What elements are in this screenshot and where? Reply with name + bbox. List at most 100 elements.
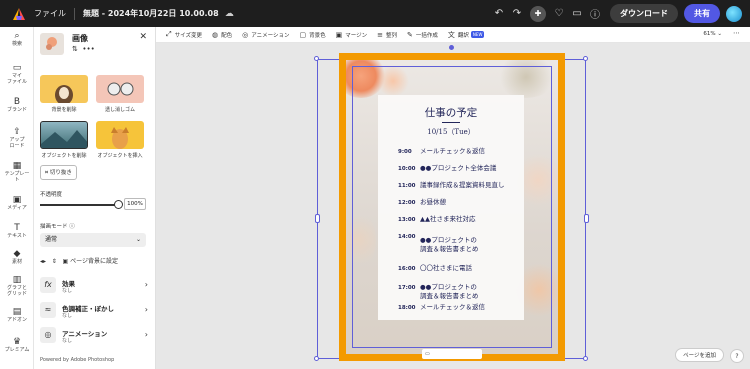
chevron-right-icon: › [144,305,148,314]
schedule-title[interactable]: 仕事の予定 [378,105,524,120]
remove-object-tile[interactable] [40,121,88,149]
insert-object-tile[interactable] [96,121,144,149]
schedule-time[interactable]: 11:00 [398,183,416,189]
schedule-time[interactable]: 13:00 [398,217,416,223]
more-icon[interactable]: ••• [82,45,94,53]
help-icon[interactable]: ? [730,349,744,363]
align-button[interactable]: ≡ 整列 [377,31,397,39]
magic-eraser-tile[interactable] [96,75,144,103]
download-button[interactable]: ダウンロード [610,4,678,23]
palette-icon: ◍ [211,30,219,39]
schedule-text[interactable]: お昼休憩 [420,198,524,207]
schedule-text[interactable]: ●●プロジェクト全体会議 [420,164,524,173]
template-icon: ▦ [12,161,22,171]
schedule-time[interactable]: 17:00 [398,285,416,291]
schedule-time[interactable]: 10:00 [398,166,416,172]
schedule-date[interactable]: 10/15（Tue） [378,127,524,137]
opacity-value-field[interactable]: 100% [124,198,146,210]
page-label[interactable]: ▭ [422,349,482,359]
opacity-label: 不透明度 [40,192,63,198]
schedule-text[interactable]: メールチェック＆返信 [420,147,524,156]
rail-item-premium[interactable]: ♛ プレミアム [0,338,34,354]
animation-button[interactable]: ◎ アニメーション [242,31,289,39]
invite-user-icon[interactable]: ✚ [530,5,546,22]
flip-horizontal-icon[interactable]: ◂▸ [40,258,46,265]
schedule-text[interactable]: ●●プロジェクトの 調査＆報告書まとめ [420,283,524,301]
resize-handle[interactable] [584,214,589,223]
background-color-button[interactable]: ▢ 背景色 [299,31,325,39]
grid-icon: ▥ [12,275,22,285]
info-icon[interactable]: ⓘ [69,224,75,230]
resize-handle[interactable] [583,56,588,61]
rail-item-text[interactable]: T テキスト [0,224,34,240]
schedule-text[interactable]: メールチェック＆返信 [420,303,524,312]
folder-icon: ▭ [12,63,22,73]
resize-button[interactable]: ⤢ サイズ変更 [166,30,202,39]
rail-item-brand[interactable]: B ブランド [0,98,34,114]
rail-item-templates[interactable]: ▦ テンプレー ト [0,161,34,184]
opacity-slider-track[interactable] [40,204,118,206]
file-menu[interactable]: ファイル [34,8,66,19]
schedule-time[interactable]: 16:00 [398,266,416,272]
rail-item-search[interactable]: ⌕ 検索 [0,32,34,48]
cutout-button[interactable]: ⌗ 切り抜き [40,165,77,180]
rail-item-media[interactable]: ▣ メディア [0,196,34,212]
blend-mode-label: 描画モード ⓘ [40,224,75,230]
bulk-create-icon: ✎ [407,30,413,39]
undo-icon[interactable]: ↶ [490,8,508,19]
rail-item-charts-grids[interactable]: ▥ グラフと グリッド [0,275,34,298]
resize-handle[interactable] [314,356,319,361]
lightbulb-icon[interactable]: ♡ [550,8,568,19]
resize-icon: ⤢ [166,30,172,38]
redo-icon[interactable]: ↷ [508,8,526,19]
close-icon[interactable]: ✕ [139,32,147,42]
background-icon: ▢ [299,30,307,39]
comment-icon[interactable]: ▭ [568,8,586,19]
page-icon: ▭ [425,351,430,357]
rotate-handle[interactable] [449,45,454,50]
left-rail: ⌕ 検索 ▭ マイ ファイル B ブランド ⇪ アップ ロード ▦ テンプレー ト ▣ メデ… [0,27,34,369]
schedule-time[interactable]: 14:00 [398,234,416,240]
set-page-background-button[interactable]: ▣ ページ背景に設定 [63,258,118,265]
share-button[interactable]: 共有 [684,4,720,23]
schedule-text[interactable]: ●●プロジェクトの 調査＆報告書まとめ [420,236,524,254]
schedule-text[interactable]: 議事録作成＆提案資料見直し [420,181,524,190]
info-icon[interactable]: ⓘ [586,6,604,21]
schedule-card[interactable]: 仕事の予定 10/15（Tue） 9:00 メールチェック＆返信 10:00 ●… [378,95,524,320]
document-title[interactable]: 無題 - 2024年10月22日 10.00.08 [83,8,219,19]
replace-icon[interactable]: ⇅ [72,45,78,53]
adobe-express-logo[interactable] [12,7,26,21]
canvas-area[interactable]: 仕事の予定 10/15（Tue） 9:00 メールチェック＆返信 10:00 ●… [156,43,750,369]
schedule-text[interactable]: ▲▲社さま来社対応 [420,215,524,224]
animation-section[interactable]: ◎ アニメーション なし › [40,325,148,347]
more-options-icon[interactable]: ⋯ [733,29,740,37]
rail-item-addons[interactable]: ▤ アドオン [0,308,34,324]
rail-item-upload[interactable]: ⇪ アップ ロード [0,128,34,150]
rail-item-my-files[interactable]: ▭ マイ ファイル [0,63,34,86]
adjustments-section[interactable]: ≈ 色調補正・ぼかし なし › [40,300,148,322]
translate-button[interactable]: 文翻訳 NEW [448,30,485,40]
resize-handle[interactable] [315,214,320,223]
flip-vertical-icon[interactable]: ⇕ [52,258,57,265]
bulk-create-button[interactable]: ✎ 一括作成 [407,31,438,39]
powered-by-label: Powered by Adobe Photoshop [40,357,115,363]
resize-handle[interactable] [314,56,319,61]
rail-item-elements[interactable]: ◆ 素材 [0,250,34,266]
align-icon: ≡ [377,30,383,39]
schedule-time[interactable]: 9:00 [398,149,412,155]
effects-section[interactable]: fx 効果 なし › [40,275,148,297]
blend-mode-select[interactable]: 通常 ⌄ [40,233,146,247]
resize-handle[interactable] [583,356,588,361]
margin-button[interactable]: ▣ マージン [336,31,368,39]
avatar[interactable] [726,5,742,22]
opacity-slider-handle[interactable] [114,200,123,209]
schedule-time[interactable]: 18:00 [398,305,416,311]
animation-icon: ◎ [40,327,56,343]
image-tool-row: ◂▸ ⇕ ▣ ページ背景に設定 [40,256,118,265]
color-scheme-button[interactable]: ◍ 配色 [212,31,232,39]
schedule-time[interactable]: 12:00 [398,200,416,206]
remove-background-tile[interactable] [40,75,88,103]
zoom-level[interactable]: 61% ⌄ [703,31,722,37]
schedule-text[interactable]: 〇〇社さまに電話 [420,264,524,273]
add-page-button[interactable]: ページを追加 [675,348,724,362]
